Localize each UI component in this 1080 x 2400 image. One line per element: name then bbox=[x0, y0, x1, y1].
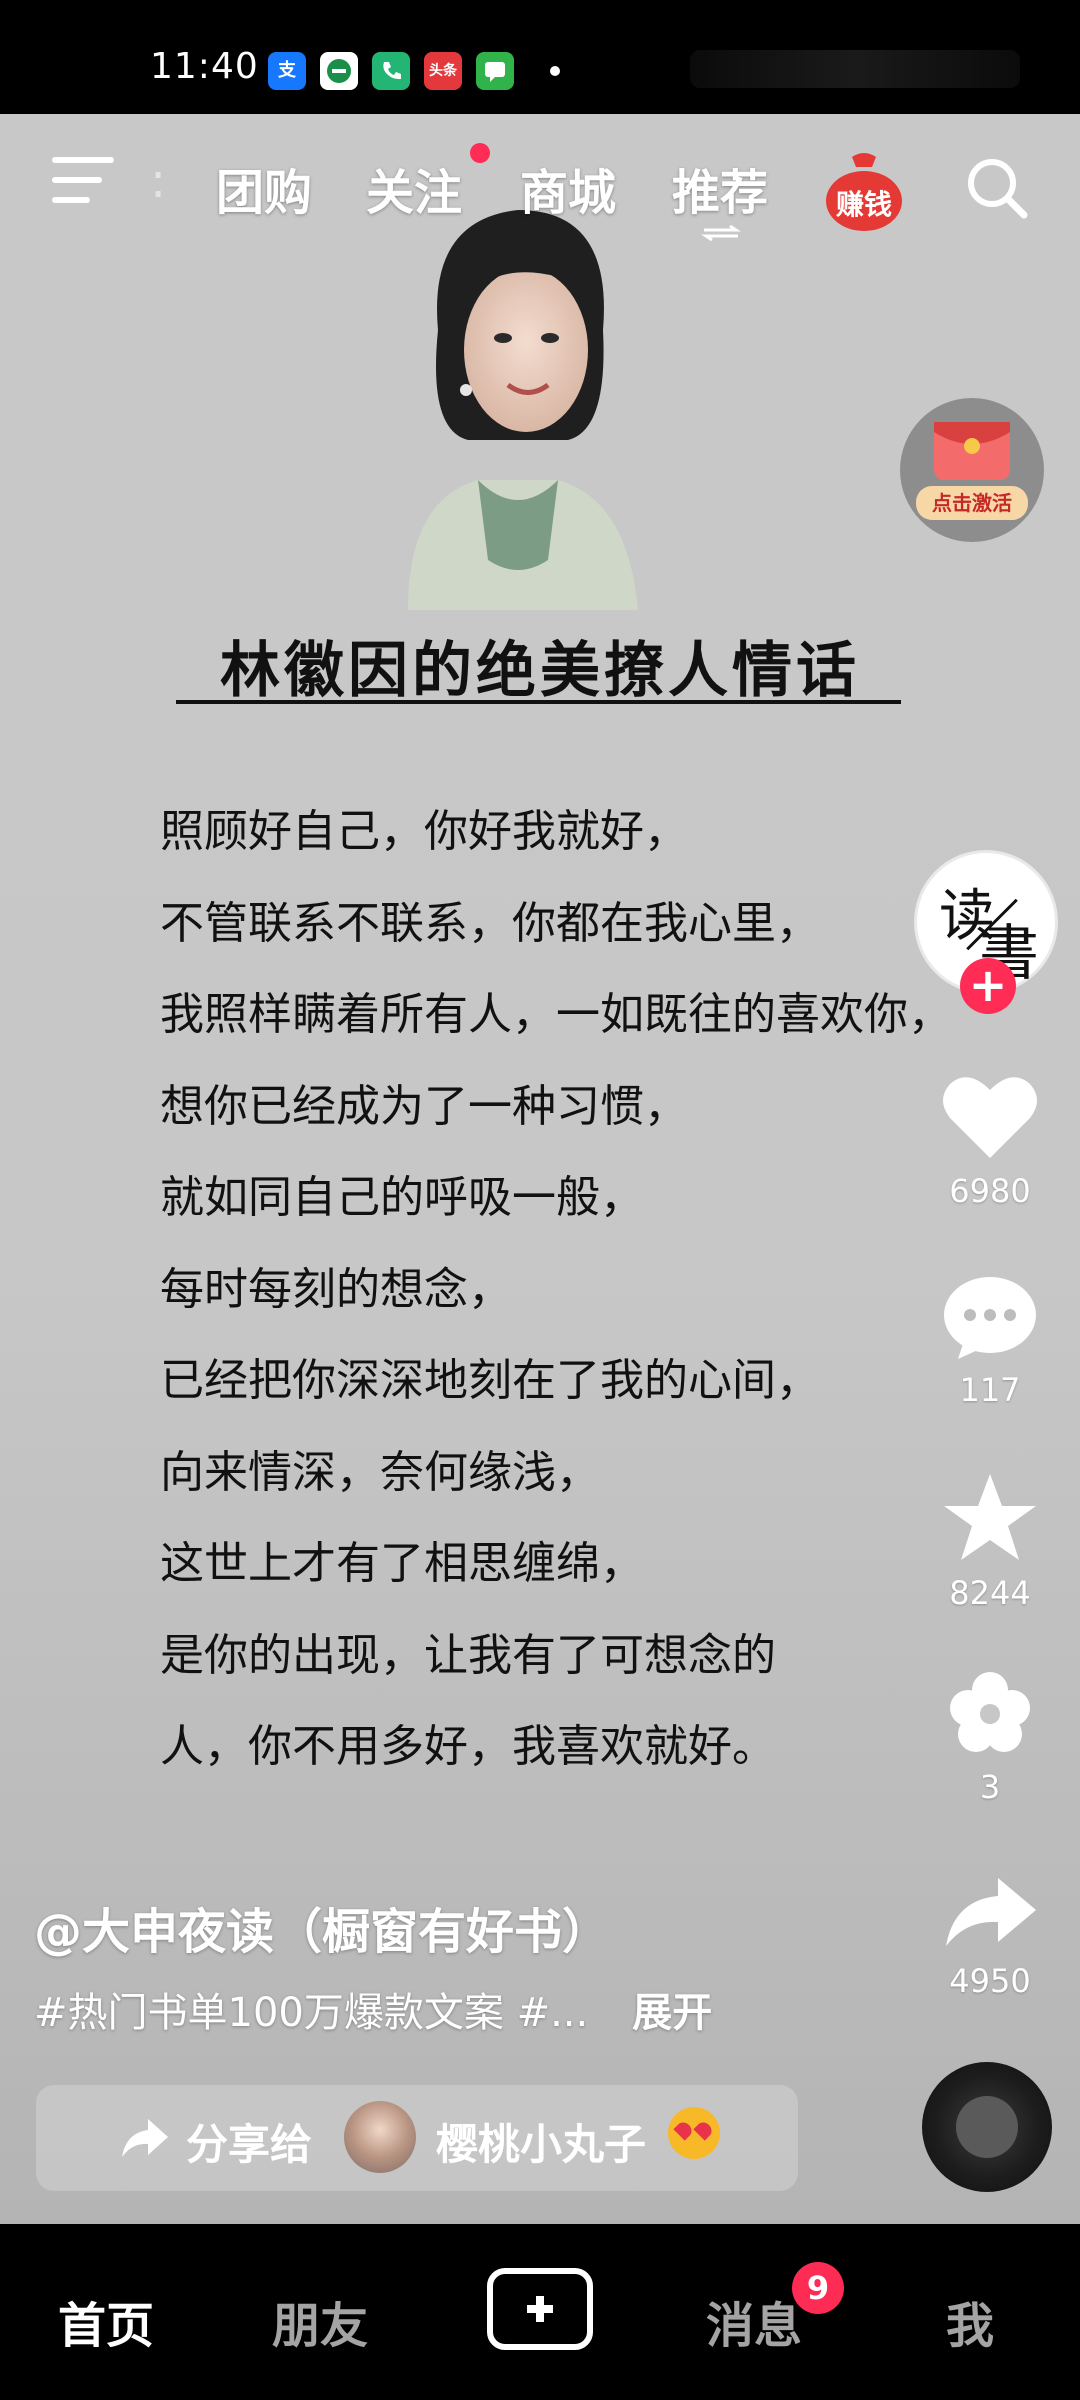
share-count: 4950 bbox=[949, 1962, 1031, 2000]
post-description: #热门书单100万爆款文案 #... 展开 bbox=[34, 1980, 712, 2038]
music-cover bbox=[956, 2096, 1018, 2158]
following-notification-dot bbox=[470, 143, 490, 163]
hashtags[interactable]: #热门书单100万爆款文案 #... bbox=[34, 1990, 588, 2036]
share-arrow-icon bbox=[122, 2119, 168, 2157]
portrait-image bbox=[408, 210, 638, 610]
friend-name: 樱桃小丸子 bbox=[436, 2120, 647, 2169]
poem-text: 照顾好自己，你好我就好， 不管联系不联系，你都在我心里， 我照样瞒着所有人，一如… bbox=[160, 800, 980, 1807]
poem-line: 是你的出现，让我有了可想念的 bbox=[160, 1629, 776, 1681]
expand-button[interactable]: 展开 bbox=[632, 1990, 712, 2036]
tab-recommended[interactable]: 推荐 bbox=[672, 153, 768, 223]
red-packet-icon bbox=[934, 422, 1010, 480]
poem-line: 不管联系不联系，你都在我心里， bbox=[160, 897, 820, 949]
create-post-button[interactable] bbox=[487, 2268, 593, 2350]
follow-button[interactable]: + bbox=[960, 958, 1016, 1014]
nav-friends[interactable]: 朋友 bbox=[272, 2286, 368, 2356]
earn-money-label: 赚钱 bbox=[835, 188, 892, 221]
top-nav: : 团购 关注 商城 推荐 赚钱 bbox=[0, 135, 1080, 241]
earn-money-button[interactable]: 赚钱 bbox=[822, 149, 906, 233]
search-icon[interactable] bbox=[962, 153, 1032, 223]
poem-line: 已经把你深深地刻在了我的心间， bbox=[160, 1355, 820, 1406]
poem-line: 照顾好自己，你好我就好， bbox=[160, 806, 688, 857]
nav-home[interactable]: 首页 bbox=[58, 2286, 154, 2356]
status-bar: 11:40 支 头条 bbox=[0, 0, 1080, 114]
messages-badge: 9 bbox=[792, 2262, 844, 2314]
flower-count: 3 bbox=[979, 1768, 1001, 1806]
favorite-count: 8244 bbox=[949, 1574, 1031, 1612]
phone-icon bbox=[372, 52, 410, 90]
poem-line: 人，你不用多好，我喜欢就好。 bbox=[160, 1721, 776, 1772]
video-title: 林徽因的绝美撩人情话 bbox=[220, 636, 860, 706]
comment-count: 117 bbox=[959, 1371, 1021, 1409]
bank-icon bbox=[320, 52, 358, 90]
share-to-friend-bar[interactable]: 分享给 樱桃小丸子 bbox=[36, 2085, 798, 2191]
messages-icon bbox=[476, 52, 514, 90]
system-indicators bbox=[690, 50, 1020, 88]
alipay-icon: 支 bbox=[268, 52, 306, 90]
tab-mall[interactable]: 商城 bbox=[520, 153, 616, 223]
title-underline bbox=[176, 700, 901, 704]
refresh-indicator-icon bbox=[701, 225, 741, 241]
flower-icon bbox=[950, 1672, 1030, 1752]
favorite-button[interactable]: 8244 bbox=[930, 1470, 1050, 1612]
heart-icon bbox=[943, 1077, 1037, 1158]
share-to-label: 分享给 bbox=[186, 2120, 313, 2169]
poem-line: 想你已经成为了一种习惯， bbox=[160, 1080, 688, 1132]
author-handle[interactable]: @大申夜读（橱窗有好书） bbox=[34, 1892, 610, 1962]
red-packet-label: 点击激活 bbox=[916, 486, 1028, 520]
like-button[interactable]: 6980 bbox=[930, 1070, 1050, 1210]
flower-button[interactable]: 3 bbox=[930, 1668, 1050, 1806]
poem-line: 这世上才有了相思缠绵， bbox=[160, 1538, 644, 1589]
toutiao-icon: 头条 bbox=[424, 52, 462, 90]
share-button[interactable]: 4950 bbox=[930, 1872, 1050, 2000]
heart-eyes-emoji-icon bbox=[668, 2107, 720, 2159]
poem-line: 我照样瞒着所有人，一如既往的喜欢你， bbox=[160, 989, 952, 1040]
comment-icon bbox=[944, 1277, 1036, 1359]
music-disc[interactable] bbox=[922, 2062, 1052, 2192]
comment-button[interactable]: 117 bbox=[930, 1275, 1050, 1409]
bottom-nav: 首页 朋友 消息 9 我 bbox=[0, 2224, 1080, 2400]
friend-avatar bbox=[344, 2101, 416, 2173]
like-count: 6980 bbox=[949, 1172, 1031, 1210]
menu-icon[interactable] bbox=[52, 155, 114, 205]
red-packet-button[interactable]: 点击激活 bbox=[900, 398, 1044, 542]
notification-icons: 支 头条 bbox=[268, 52, 514, 90]
share-arrow-icon bbox=[946, 1878, 1036, 1946]
star-icon bbox=[944, 1474, 1036, 1560]
nav-me[interactable]: 我 bbox=[946, 2286, 994, 2356]
poem-line: 向来情深，奈何缘浅， bbox=[160, 1446, 600, 1498]
poem-line: 每时每刻的想念， bbox=[160, 1263, 512, 1315]
nav-messages[interactable]: 消息 bbox=[706, 2286, 802, 2356]
more-notifications-dot bbox=[550, 66, 560, 76]
clock: 11:40 bbox=[150, 46, 259, 87]
faded-tab-glyph: : bbox=[150, 153, 167, 209]
tab-following[interactable]: 关注 bbox=[366, 153, 462, 223]
poem-line: 就如同自己的呼吸一般， bbox=[160, 1172, 644, 1223]
tab-group-buy[interactable]: 团购 bbox=[216, 153, 312, 223]
